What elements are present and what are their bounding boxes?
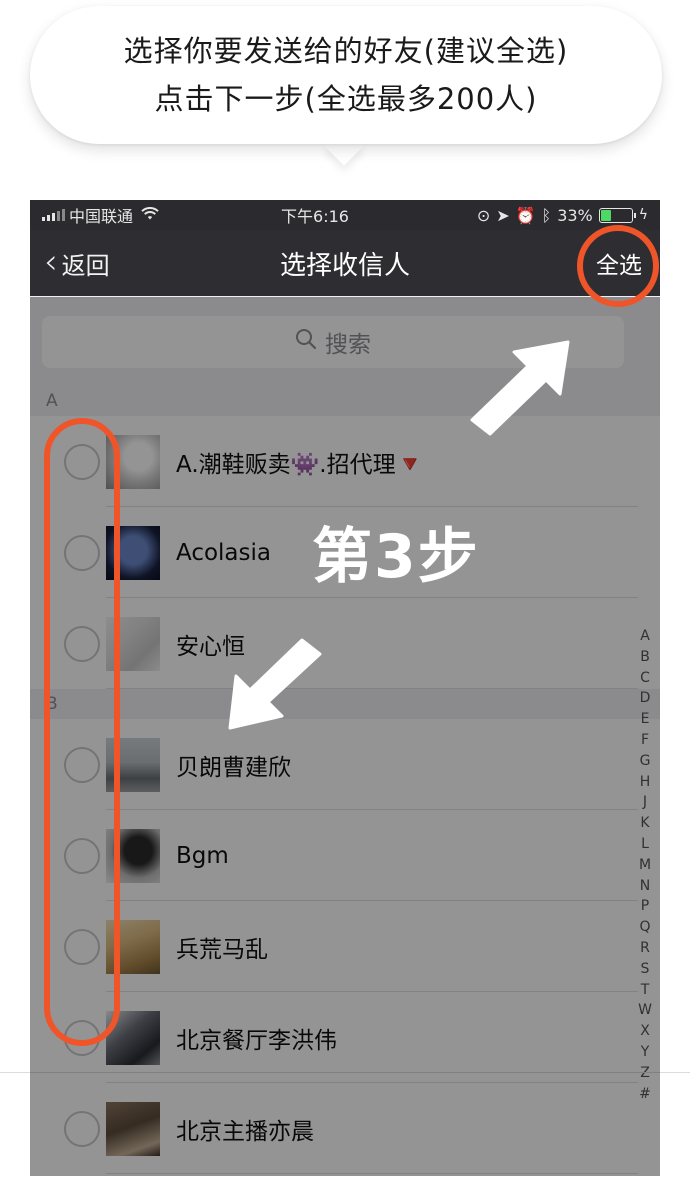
- divider: [0, 1072, 690, 1073]
- index-letter[interactable]: T: [641, 980, 650, 1001]
- list-item[interactable]: 贝朗曹建欣: [30, 719, 660, 810]
- contact-name: A.潮鞋贩卖👾.招代理🔻: [176, 451, 425, 478]
- contact-name: 北京餐厅李洪伟: [176, 1027, 337, 1054]
- index-letter[interactable]: N: [640, 876, 650, 897]
- index-letter[interactable]: Z: [640, 1063, 650, 1084]
- index-letter[interactable]: X: [640, 1021, 650, 1042]
- contact-name: 贝朗曹建欣: [176, 754, 291, 781]
- contact-name: Bgm: [176, 842, 229, 869]
- wifi-icon: [141, 206, 159, 225]
- index-letter[interactable]: G: [640, 751, 651, 772]
- index-letter[interactable]: C: [640, 668, 650, 689]
- avatar: [106, 1101, 160, 1156]
- nav-bar: ‹ 返回 选择收信人 全选: [30, 230, 660, 296]
- index-letter[interactable]: #: [639, 1084, 651, 1105]
- arrow-down-left-icon: [228, 638, 322, 730]
- radio-column-highlight: [44, 418, 120, 1046]
- list-item[interactable]: 北京主播亦晨: [30, 1083, 660, 1174]
- status-time: 下午6:16: [281, 207, 349, 226]
- section-header-b: B: [30, 689, 660, 719]
- contact-name: Acolasia: [176, 539, 271, 566]
- location-icon: ➤: [496, 205, 510, 225]
- index-letter[interactable]: K: [640, 813, 649, 834]
- contact-name: 兵荒马乱: [176, 936, 268, 963]
- back-label: 返回: [61, 251, 110, 280]
- select-radio[interactable]: [64, 1110, 100, 1147]
- index-letter[interactable]: L: [641, 834, 649, 855]
- index-letter[interactable]: D: [640, 688, 651, 709]
- list-item[interactable]: Bgm: [30, 810, 660, 901]
- select-all-highlight-ring: [577, 225, 659, 307]
- index-letter[interactable]: Q: [639, 917, 650, 938]
- page-title: 选择收信人: [279, 250, 410, 281]
- search-icon: [295, 328, 317, 356]
- index-letter[interactable]: A: [640, 626, 650, 647]
- alarm-icon: ⏰: [515, 205, 536, 225]
- signal-icon: [42, 209, 65, 221]
- list-item[interactable]: 北京餐厅李洪伟: [30, 992, 660, 1083]
- bluetooth-icon: ᛒ: [541, 205, 552, 225]
- index-letter[interactable]: S: [641, 959, 650, 980]
- instruction-line-1: 选择你要发送给的好友(建议全选): [123, 34, 569, 68]
- rotation-lock-icon: ⊙: [476, 205, 491, 225]
- index-letter[interactable]: Y: [641, 1042, 650, 1063]
- charging-icon: ϟ: [638, 207, 648, 223]
- list-item[interactable]: 兵荒马乱: [30, 901, 660, 992]
- step-label: 第3步: [312, 522, 480, 592]
- index-letter[interactable]: B: [640, 647, 650, 668]
- search-placeholder: 搜索: [325, 332, 371, 358]
- battery-icon: [598, 207, 636, 223]
- list-item[interactable]: 安心恒: [30, 598, 660, 689]
- battery-percent: 33%: [557, 205, 593, 225]
- index-letter[interactable]: J: [643, 792, 647, 813]
- status-bar: 中国联通 下午6:16 ⊙ ➤ ⏰ ᛒ 33% ϟ: [30, 200, 660, 230]
- arrow-up-right-icon: [470, 340, 570, 436]
- index-letter[interactable]: H: [640, 772, 651, 793]
- instruction-line-2: 点击下一步(全选最多200人): [154, 82, 538, 116]
- carrier-name: 中国联通: [69, 207, 134, 226]
- index-letter[interactable]: E: [641, 709, 650, 730]
- index-letter[interactable]: F: [641, 730, 649, 751]
- alphabet-index[interactable]: ABCDEFGHJKLMNPQRSTWXYZ#: [636, 626, 654, 1104]
- index-letter[interactable]: W: [638, 1000, 652, 1021]
- index-letter[interactable]: R: [640, 938, 650, 959]
- back-button[interactable]: ‹ 返回: [44, 230, 110, 296]
- index-letter[interactable]: P: [641, 896, 649, 917]
- instruction-bubble: 选择你要发送给的好友(建议全选) 点击下一步(全选最多200人): [30, 6, 662, 144]
- index-letter[interactable]: M: [639, 855, 651, 876]
- contact-name: 北京主播亦晨: [176, 1118, 314, 1145]
- chevron-left-icon: ‹: [44, 241, 58, 282]
